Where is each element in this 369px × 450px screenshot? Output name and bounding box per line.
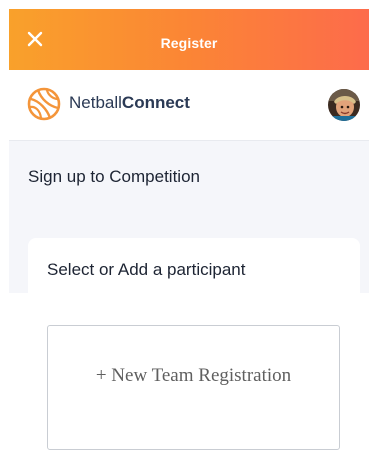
page-title: Sign up to Competition xyxy=(28,167,200,186)
new-team-registration-button[interactable]: + New Team Registration xyxy=(47,325,340,450)
participant-card: Select or Add a participant xyxy=(28,238,360,298)
participant-card-title: Select or Add a participant xyxy=(47,260,246,279)
netball-logo-icon xyxy=(27,87,61,121)
header-title: Register xyxy=(160,35,218,51)
brand-name-prefix: Netball xyxy=(69,93,122,112)
brand-name: NetballConnect xyxy=(69,93,190,113)
brand-bar: NetballConnect xyxy=(9,70,369,141)
lower-panel: + New Team Registration xyxy=(0,293,369,450)
registration-content: Sign up to Competition Select or Add a p… xyxy=(9,141,369,298)
user-avatar[interactable] xyxy=(328,89,360,121)
avatar-photo xyxy=(328,89,360,121)
app-header: Register xyxy=(9,9,369,70)
new-team-registration-label: + New Team Registration xyxy=(95,365,292,386)
brand-name-suffix: Connect xyxy=(121,93,190,112)
